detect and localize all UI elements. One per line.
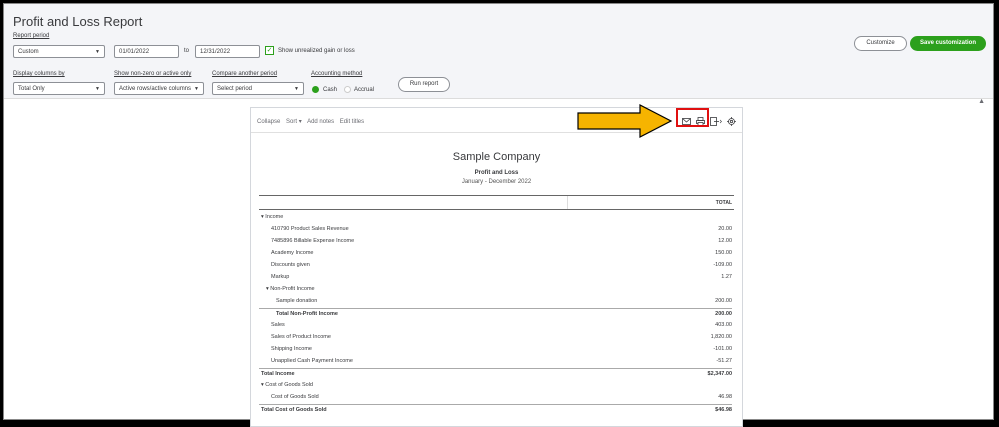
row-value[interactable]: 403.00: [715, 320, 732, 331]
export-icon[interactable]: [710, 116, 722, 126]
row-label: Discounts given: [271, 262, 310, 268]
chevron-up-icon[interactable]: ▲: [978, 98, 985, 105]
page-title: Profit and Loss Report: [13, 14, 143, 29]
report-row[interactable]: ▾ Cost of Goods Sold: [259, 380, 732, 391]
column-divider: [567, 196, 568, 210]
row-label: 7485896 Billable Expense Income: [271, 238, 355, 244]
run-report-button[interactable]: Run report: [398, 77, 450, 92]
compare-period-select[interactable]: Select period ▼: [212, 82, 304, 95]
report-row[interactable]: Unapplied Cash Payment Income -51.27: [259, 356, 732, 367]
column-header-rule: [259, 209, 734, 210]
nonzero-select[interactable]: Active rows/active columns ▼: [114, 82, 204, 95]
row-label: Markup: [271, 274, 290, 280]
accrual-radio[interactable]: [344, 86, 351, 93]
report-title[interactable]: Profit and Loss: [251, 170, 742, 176]
row-value[interactable]: 1.27: [721, 272, 732, 283]
sort-link[interactable]: Sort ▾: [286, 119, 302, 125]
row-value[interactable]: -101.00: [713, 344, 732, 355]
header-rule: [259, 195, 734, 196]
row-value[interactable]: 1,820.00: [711, 332, 732, 343]
chevron-down-icon: ▼: [294, 86, 299, 92]
cash-label: Cash: [323, 87, 338, 93]
report-row[interactable]: Sample donation 200.00: [259, 296, 732, 307]
row-value[interactable]: 12.00: [718, 236, 732, 247]
to-date-input[interactable]: 12/31/2022: [195, 45, 260, 58]
row-label: 410790 Product Sales Revenue: [271, 226, 349, 232]
chevron-down-icon: ▼: [194, 86, 199, 92]
from-date-input[interactable]: 01/01/2022: [114, 45, 179, 58]
row-label: ▾ Cost of Goods Sold: [261, 382, 313, 388]
row-label: Total Cost of Goods Sold: [261, 407, 327, 413]
chevron-down-icon: ▼: [95, 86, 100, 92]
row-label: Total Non-Profit Income: [276, 311, 338, 317]
accounting-method-label: Accounting method: [311, 71, 363, 77]
report-row[interactable]: Sales 403.00: [259, 320, 732, 331]
add-notes-link[interactable]: Add notes: [307, 119, 334, 125]
total-column-header: TOTAL: [715, 200, 732, 206]
row-label: Sales: [271, 322, 285, 328]
report-row[interactable]: Markup 1.27: [259, 272, 732, 283]
to-label: to: [184, 48, 190, 54]
row-label: Shipping Income: [271, 346, 312, 352]
report-date-range: January - December 2022: [461, 179, 532, 185]
report-row[interactable]: Total Cost of Goods Sold $46.98: [259, 404, 732, 416]
unrealized-gain-checkbox[interactable]: ✓: [265, 46, 274, 55]
highlight-box: [676, 108, 709, 127]
row-value[interactable]: 20.00: [718, 224, 732, 235]
row-value[interactable]: -109.00: [713, 260, 732, 271]
row-label: Total Income: [261, 371, 295, 377]
report-row[interactable]: Discounts given -109.00: [259, 260, 732, 271]
report-period-select[interactable]: Custom ▼: [13, 45, 105, 58]
collapse-link[interactable]: Collapse: [257, 119, 280, 125]
report-toolbar: Collapse Sort ▾ Add notes Edit titles: [257, 118, 368, 125]
cash-radio[interactable]: [312, 86, 319, 93]
report-row[interactable]: Academy Income 150.00: [259, 248, 732, 259]
edit-titles-link[interactable]: Edit titles: [340, 119, 364, 125]
row-value[interactable]: 46.98: [718, 392, 732, 403]
row-label: ▾ Non-Profit Income: [266, 286, 315, 292]
row-label: Cost of Goods Sold: [271, 394, 319, 400]
report-panel: Collapse Sort ▾ Add notes Edit titles Sa…: [250, 107, 743, 427]
row-value[interactable]: 200.00: [715, 309, 732, 320]
unrealized-gain-label: Show unrealized gain or loss: [278, 48, 355, 54]
row-value[interactable]: 150.00: [715, 248, 732, 259]
report-row[interactable]: ▾ Non-Profit Income: [259, 284, 732, 295]
report-row[interactable]: ▾ Income: [259, 212, 732, 223]
report-options-bar: Profit and Loss Report Report period Cus…: [4, 4, 993, 99]
report-period-label[interactable]: Report period: [13, 33, 49, 39]
settings-icon[interactable]: [727, 116, 736, 126]
display-columns-select[interactable]: Total Only ▼: [13, 82, 105, 95]
annotation-arrow-icon: [577, 104, 673, 138]
report-row[interactable]: 410790 Product Sales Revenue 20.00: [259, 224, 732, 235]
row-value[interactable]: $46.98: [715, 405, 732, 416]
report-row[interactable]: Cost of Goods Sold 46.98: [259, 392, 732, 403]
row-value[interactable]: 200.00: [715, 296, 732, 307]
row-label: Sample donation: [276, 298, 318, 304]
chevron-down-icon: ▼: [95, 49, 100, 55]
company-name[interactable]: Sample Company: [251, 151, 742, 163]
customize-button[interactable]: Customize: [854, 36, 907, 51]
report-row[interactable]: Total Non-Profit Income 200.00: [259, 308, 732, 320]
row-label: ▾ Income: [261, 214, 284, 220]
nonzero-label: Show non-zero or active only: [114, 71, 192, 77]
report-row[interactable]: Shipping Income -101.00: [259, 344, 732, 355]
row-value[interactable]: -51.27: [716, 356, 732, 367]
row-label: Unapplied Cash Payment Income: [271, 358, 353, 364]
report-period-value: Custom: [18, 49, 39, 55]
report-row[interactable]: Sales of Product Income 1,820.00: [259, 332, 732, 343]
report-row[interactable]: 7485896 Billable Expense Income 12.00: [259, 236, 732, 247]
row-value[interactable]: $2,347.00: [708, 369, 732, 380]
display-columns-label: Display columns by: [13, 71, 65, 77]
accrual-label: Accrual: [354, 87, 375, 93]
compare-period-label: Compare another period: [212, 71, 278, 77]
row-label: Academy Income: [271, 250, 314, 256]
save-customization-button[interactable]: Save customization: [910, 36, 986, 51]
report-row[interactable]: Total Income $2,347.00: [259, 368, 732, 380]
row-label: Sales of Product Income: [271, 334, 331, 340]
